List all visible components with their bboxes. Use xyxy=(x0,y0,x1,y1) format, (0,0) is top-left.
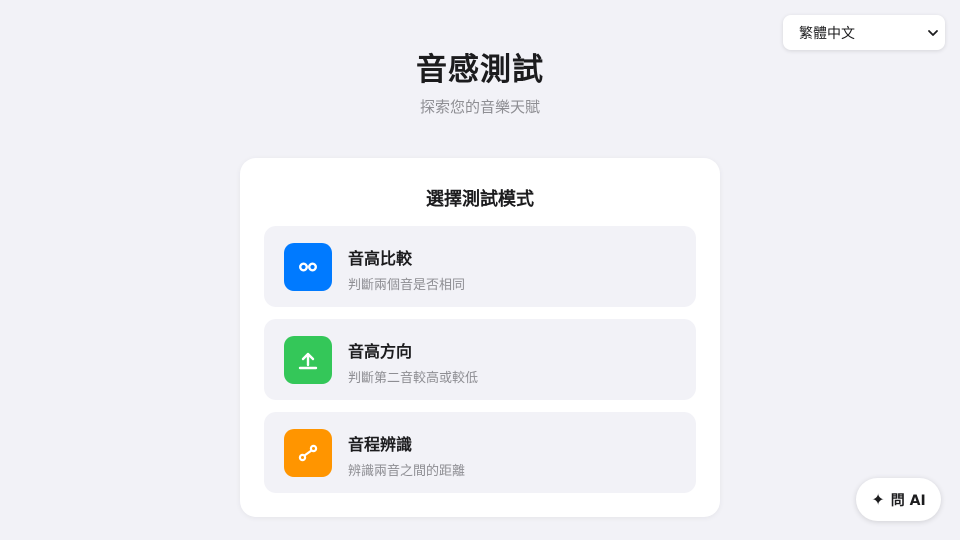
infinity-icon xyxy=(284,243,332,291)
mode-pitch-comparison[interactable]: 音高比較 判斷兩個音是否相同 xyxy=(264,226,696,307)
page: 繁體中文 音感測試 探索您的音樂天賦 選擇測試模式 音高比較 判斷兩個音是否相同 xyxy=(0,0,960,540)
mode-label: 音程辨識 xyxy=(348,435,413,454)
mode-label: 音高比較 xyxy=(348,249,413,268)
mode-description: 判斷兩個音是否相同 xyxy=(348,278,466,293)
ask-ai-label: 問 AI xyxy=(890,492,926,509)
language-select-value: 繁體中文 xyxy=(799,25,855,42)
mode-interval-recognition[interactable]: 音程辨識 辨識兩音之間的距離 xyxy=(264,412,696,493)
mode-label: 音高方向 xyxy=(348,342,413,361)
mode-pitch-direction[interactable]: 音高方向 判斷第二音較高或較低 xyxy=(264,319,696,400)
ask-ai-button[interactable]: ✦ 問 AI xyxy=(856,478,941,521)
upload-arrow-icon xyxy=(284,336,332,384)
interval-link-icon xyxy=(284,429,332,477)
sparkle-icon: ✦ xyxy=(871,489,885,509)
mode-selection-card: 選擇測試模式 音高比較 判斷兩個音是否相同 音高方向 判斷第二音較高或較低 音程… xyxy=(240,158,720,517)
page-subtitle: 探索您的音樂天賦 xyxy=(419,98,540,116)
card-title: 選擇測試模式 xyxy=(426,189,534,210)
mode-description: 判斷第二音較高或較低 xyxy=(348,371,479,386)
chevron-down-icon xyxy=(927,27,939,39)
mode-description: 辨識兩音之間的距離 xyxy=(348,464,466,479)
page-title: 音感測試 xyxy=(416,52,544,88)
